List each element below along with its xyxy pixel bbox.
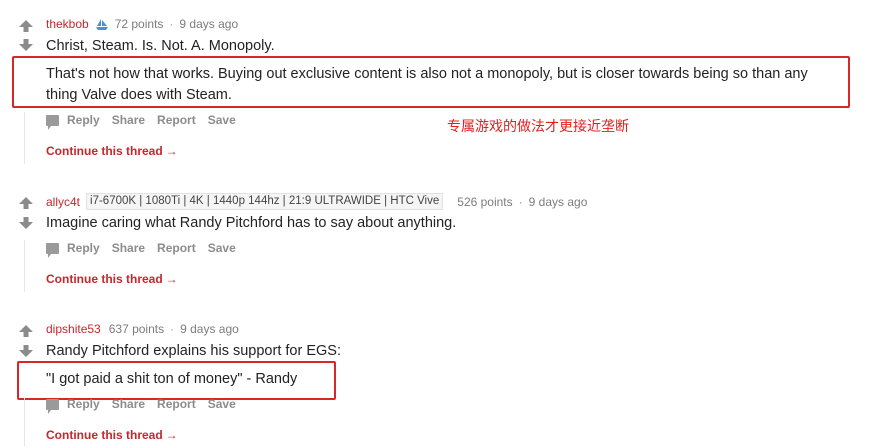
upvote-arrow[interactable] — [18, 324, 34, 338]
comment-author[interactable]: allyc4t — [46, 195, 80, 209]
comment-body: Christ, Steam. Is. Not. A. Monopoly. — [46, 38, 275, 54]
highlight-box — [17, 361, 336, 400]
moderator-ship-icon — [95, 19, 109, 31]
comment-author[interactable]: dipshite53 — [46, 322, 101, 336]
arrow-right-icon: → — [165, 144, 178, 158]
continue-thread-link[interactable]: Continue this thread → — [46, 428, 178, 442]
meta-separator: · — [518, 194, 523, 209]
arrow-right-icon: → — [165, 428, 178, 442]
reply-button[interactable]: Reply — [46, 397, 100, 414]
comment-points: 637 points — [108, 322, 165, 336]
upvote-arrow[interactable] — [18, 19, 34, 33]
save-button[interactable]: Save — [208, 113, 236, 127]
reply-label: Reply — [67, 397, 100, 411]
downvote-arrow[interactable] — [18, 216, 34, 230]
reply-label: Reply — [67, 113, 100, 127]
comment-bubble-icon — [46, 398, 59, 414]
comment-meta: dipshite53 637 points · 9 days ago — [46, 322, 239, 336]
comment-body: Randy Pitchford explains his support for… — [46, 343, 341, 359]
comment-points: 526 points — [457, 194, 513, 209]
report-button[interactable]: Report — [157, 397, 196, 411]
share-button[interactable]: Share — [112, 241, 145, 255]
continue-thread-link[interactable]: Continue this thread → — [46, 144, 178, 158]
save-button[interactable]: Save — [208, 397, 236, 411]
comment-actions: Reply Share Report Save — [46, 397, 248, 414]
thread-line — [24, 240, 25, 292]
reply-button[interactable]: Reply — [46, 241, 100, 258]
comment-age: 9 days ago — [528, 194, 588, 209]
arrow-right-icon: → — [165, 272, 178, 286]
meta-separator: · — [169, 17, 174, 31]
comment-bubble-icon — [46, 114, 59, 130]
comment-points: 72 points — [114, 17, 164, 31]
highlight-box — [12, 56, 850, 108]
downvote-arrow[interactable] — [18, 344, 34, 358]
thread-line — [24, 112, 25, 164]
continue-thread-label: Continue this thread — [46, 272, 163, 286]
comment-actions: Reply Share Report Save — [46, 241, 248, 258]
reply-label: Reply — [67, 241, 100, 255]
share-button[interactable]: Share — [112, 397, 145, 411]
continue-thread-label: Continue this thread — [46, 428, 163, 442]
comment-body: Imagine caring what Randy Pitchford has … — [46, 215, 457, 231]
comment-meta: allyc4t i7-6700K | 1080Ti | 4K | 1440p 1… — [46, 193, 587, 210]
user-flair: i7-6700K | 1080Ti | 4K | 1440p 144hz | 2… — [86, 193, 444, 210]
save-button[interactable]: Save — [208, 241, 236, 255]
comment-author[interactable]: thekbob — [46, 17, 89, 31]
comment-age: 9 days ago — [180, 322, 239, 336]
continue-thread-label: Continue this thread — [46, 144, 163, 158]
comment-bubble-icon — [46, 242, 59, 258]
reply-button[interactable]: Reply — [46, 113, 100, 130]
report-button[interactable]: Report — [157, 113, 196, 127]
meta-separator: · — [170, 322, 175, 336]
upvote-arrow[interactable] — [18, 196, 34, 210]
comment-actions: Reply Share Report Save — [46, 113, 248, 130]
downvote-arrow[interactable] — [18, 38, 34, 52]
comment-meta: thekbob 72 points · 9 days ago — [46, 17, 238, 31]
annotation-note: 专属游戏的做法才更接近垄断 — [447, 119, 629, 135]
continue-thread-link[interactable]: Continue this thread → — [46, 272, 178, 286]
report-button[interactable]: Report — [157, 241, 196, 255]
comment-age: 9 days ago — [179, 17, 239, 31]
share-button[interactable]: Share — [112, 113, 145, 127]
thread-line — [24, 398, 25, 446]
